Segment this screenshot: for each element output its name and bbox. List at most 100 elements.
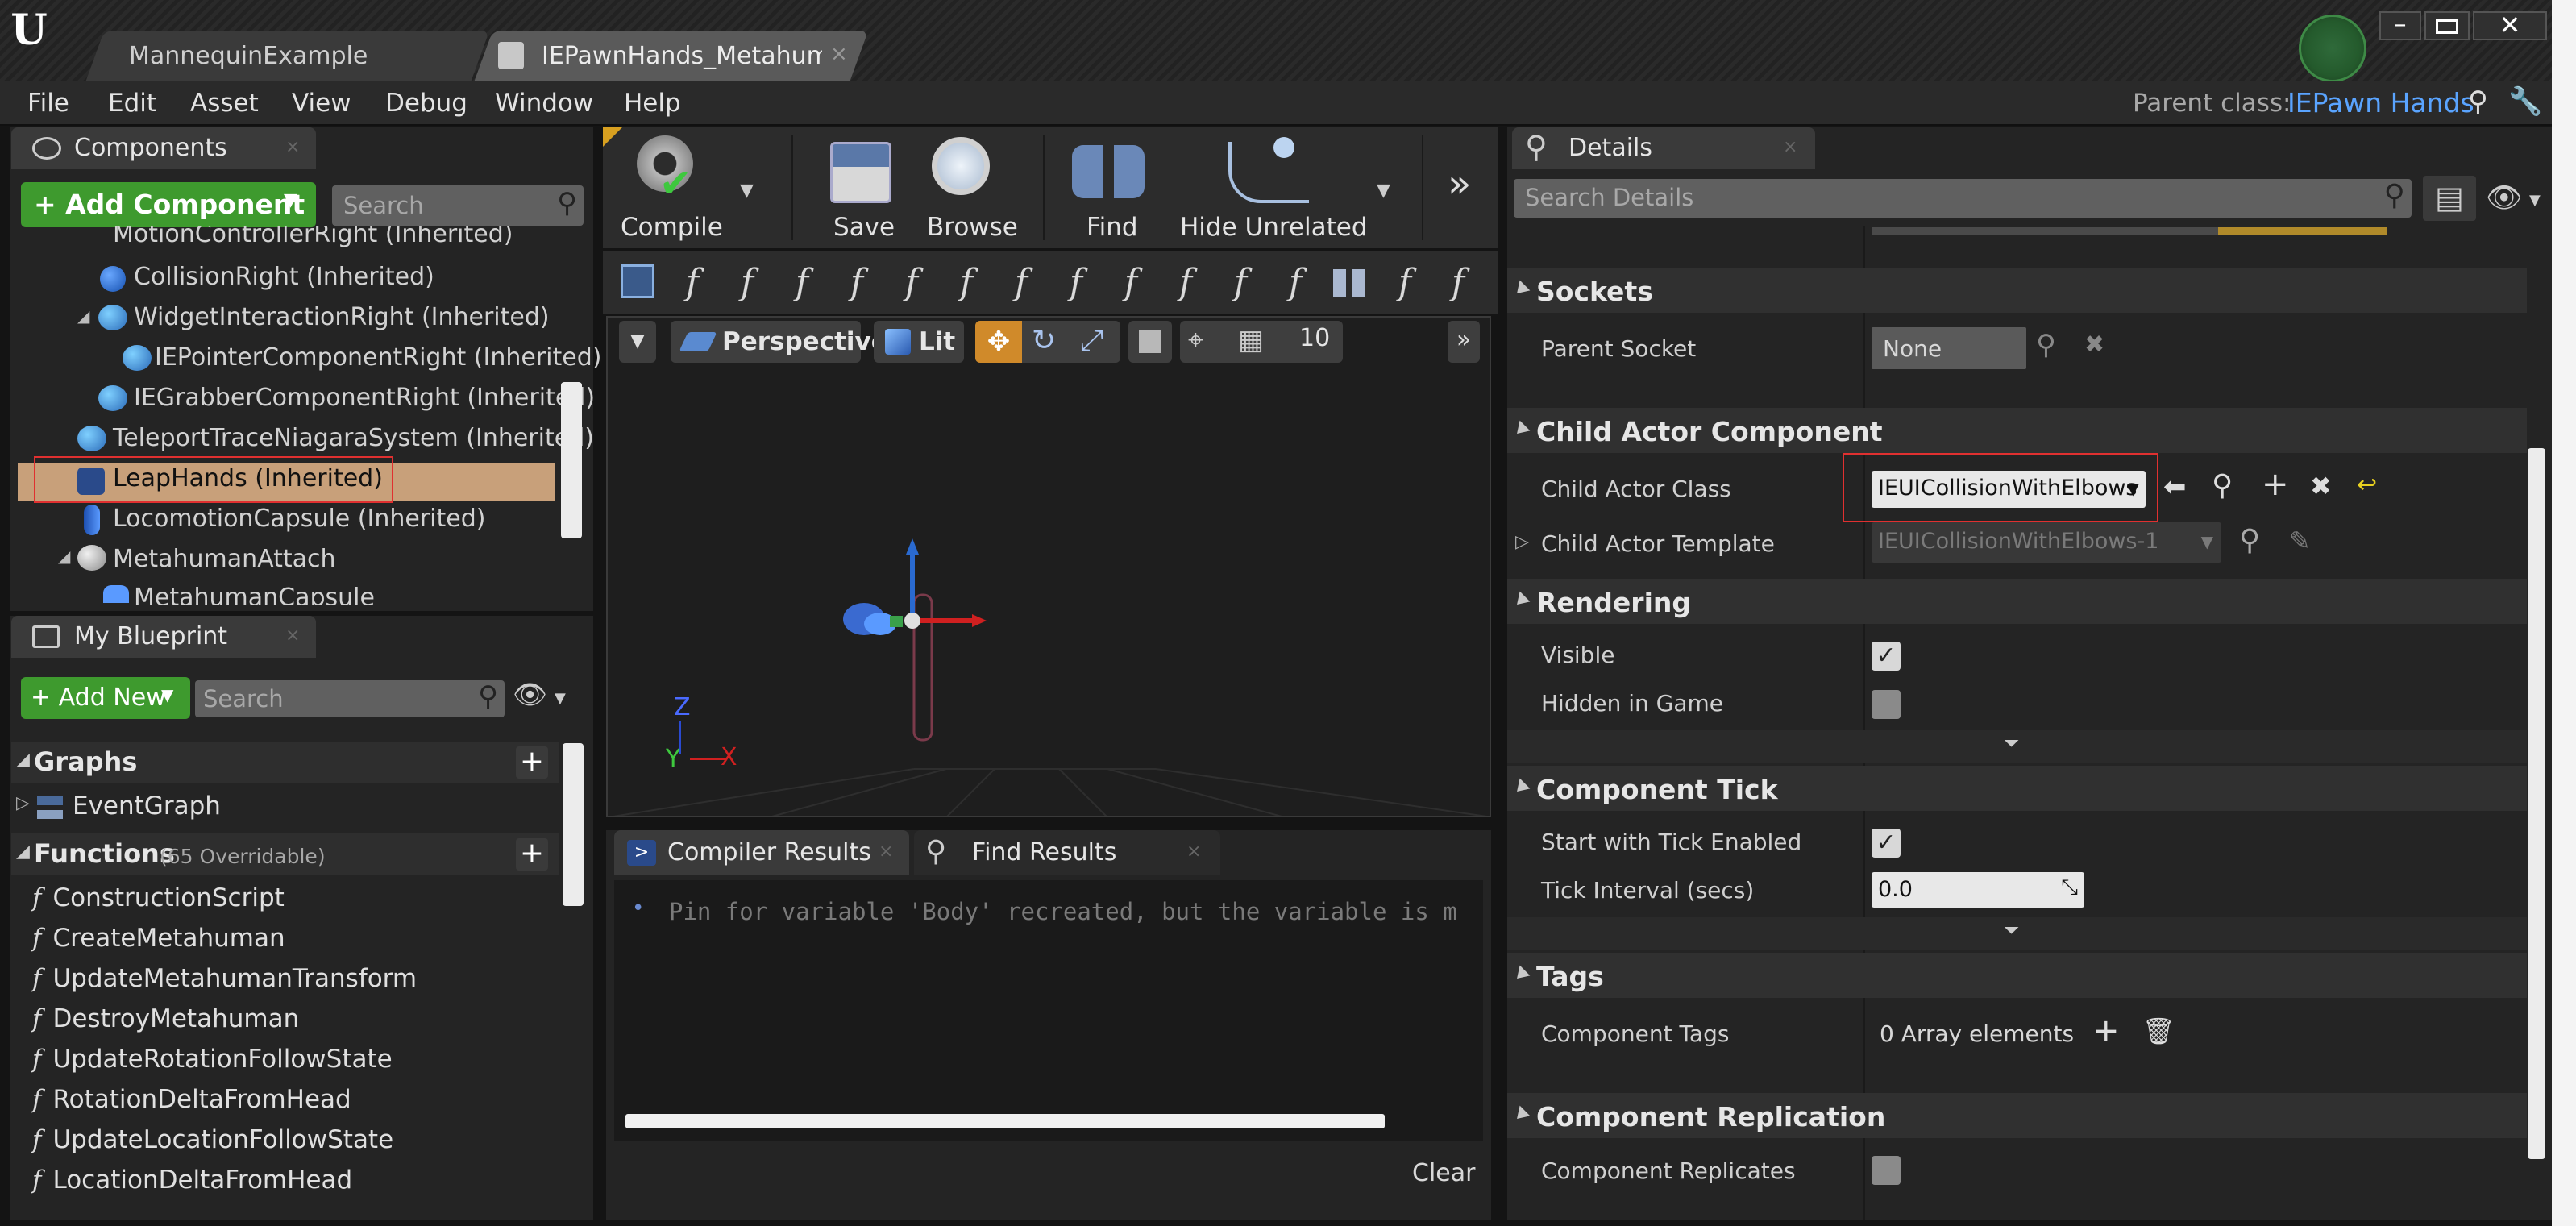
toolbar-overflow-icon[interactable]: » xyxy=(1448,161,1471,206)
minimize-button[interactable]: – xyxy=(2379,11,2421,40)
menu-view[interactable]: View xyxy=(292,89,351,118)
grid-snap-icon[interactable]: ▦ xyxy=(1238,324,1264,356)
function-item[interactable]: f CreateMetahuman xyxy=(32,924,285,953)
collapse-arrow-icon[interactable]: ◢ xyxy=(16,750,30,770)
function-icon[interactable]: f xyxy=(1269,256,1322,310)
add-component-button[interactable]: + Add Component xyxy=(21,182,316,227)
blueprint-search-input[interactable]: Search ⚲ xyxy=(195,680,505,717)
function-item[interactable]: f UpdateRotationFollowState xyxy=(32,1045,393,1074)
collapse-arrow-icon[interactable] xyxy=(1511,591,1531,610)
child-actor-section[interactable]: Child Actor Component xyxy=(1507,408,2527,453)
details-tab[interactable] xyxy=(1512,127,1815,169)
maximize-button[interactable] xyxy=(2424,11,2470,40)
panel-close-icon[interactable]: × xyxy=(1186,842,1201,862)
function-item[interactable]: f RotationDeltaFromHead xyxy=(32,1085,351,1114)
clear-socket-icon[interactable]: ✖ xyxy=(2084,330,2104,359)
expand-arrow-icon[interactable]: ◢ xyxy=(77,306,89,326)
function-icon[interactable]: f xyxy=(830,256,883,310)
visibility-eye-icon[interactable]: 👁 xyxy=(513,679,547,711)
advanced-expand-icon[interactable]: ⏷ xyxy=(2004,732,2019,754)
tree-item-widget-interaction[interactable]: WidgetInteractionRight (Inherited) xyxy=(134,303,550,331)
browse-template-icon[interactable]: ⚲ xyxy=(2239,524,2260,557)
menu-debug[interactable]: Debug xyxy=(385,89,467,118)
child-actor-class-dropdown[interactable]: IEUICollisionWithElbows ▼ xyxy=(1872,471,2146,508)
function-icon[interactable]: f xyxy=(885,256,938,310)
tree-item-motion-controller[interactable]: MotionControllerRight (Inherited) xyxy=(113,226,513,248)
collapse-arrow-icon[interactable] xyxy=(1511,1105,1531,1124)
hide-unrelated-button[interactable]: Hide Unrelated xyxy=(1180,213,1368,242)
viewport-options-button[interactable]: ▼ xyxy=(619,321,656,363)
viewport-tab-icon[interactable] xyxy=(621,264,654,298)
world-local-icon[interactable]: ⌖ xyxy=(1188,324,1203,356)
component-replicates-checkbox[interactable] xyxy=(1872,1156,1901,1185)
function-item[interactable]: f DestroyMetahuman xyxy=(32,1004,299,1033)
browse-socket-icon[interactable]: ⚲ xyxy=(2036,329,2056,361)
function-item[interactable]: f LocationDeltaFromHead xyxy=(32,1166,352,1195)
wrench-icon[interactable]: 🔧 xyxy=(2508,85,2542,118)
function-icon[interactable]: f xyxy=(1214,256,1267,310)
visibility-eye-icon[interactable]: 👁 xyxy=(2486,181,2523,214)
log-horizontal-scrollbar[interactable] xyxy=(625,1114,1385,1128)
function-item[interactable]: f UpdateLocationFollowState xyxy=(32,1125,393,1154)
menu-edit[interactable]: Edit xyxy=(108,89,156,118)
hidden-in-game-checkbox[interactable] xyxy=(1872,690,1901,719)
search-parent-icon[interactable]: ⚲ xyxy=(2468,85,2488,118)
find-button[interactable]: Find xyxy=(1086,213,1138,242)
close-window-button[interactable]: ✕ xyxy=(2473,11,2547,40)
function-icon[interactable]: f xyxy=(1378,256,1431,310)
menu-window[interactable]: Window xyxy=(495,89,593,118)
function-icon[interactable]: f xyxy=(940,256,993,310)
sockets-section[interactable]: Sockets xyxy=(1507,268,2527,313)
add-function-button[interactable]: + xyxy=(516,838,548,871)
expand-arrow-icon[interactable]: ▷ xyxy=(1515,532,1529,552)
property-matrix-button[interactable]: ▤ xyxy=(2423,176,2476,221)
tags-section[interactable]: Tags xyxy=(1507,953,2527,998)
save-button[interactable]: Save xyxy=(833,213,895,242)
macro-icon[interactable] xyxy=(1333,269,1365,297)
dropdown-arrow-icon[interactable]: ▼ xyxy=(555,690,566,707)
eyedropper-icon[interactable]: ✎ xyxy=(2289,526,2311,556)
child-actor-template-dropdown[interactable]: IEUICollisionWithElbows-1 ▼ xyxy=(1872,522,2221,563)
tree-item-metahuman-attach[interactable]: MetahumanAttach xyxy=(113,545,336,573)
panel-close-icon[interactable]: × xyxy=(285,625,300,646)
collapse-arrow-icon[interactable] xyxy=(1511,420,1531,439)
function-icon[interactable]: f xyxy=(1159,256,1212,310)
function-icon[interactable]: f xyxy=(666,256,719,310)
add-element-icon[interactable]: + xyxy=(2092,1012,2120,1049)
function-item[interactable]: f UpdateMetahumanTransform xyxy=(32,964,417,993)
function-icon[interactable]: f xyxy=(1049,256,1103,310)
compile-button[interactable]: Compile xyxy=(621,213,723,242)
component-tick-section[interactable]: Component Tick xyxy=(1507,766,2527,811)
visible-checkbox[interactable]: ✓ xyxy=(1872,642,1901,671)
tree-item-metahuman-capsule[interactable]: MetahumanCapsule xyxy=(134,584,375,605)
add-graph-button[interactable]: + xyxy=(516,746,548,779)
dropdown-arrow-icon[interactable]: ▼ xyxy=(2529,192,2541,209)
collapse-arrow-icon[interactable] xyxy=(1511,280,1531,299)
tree-item-teleport-trace[interactable]: TeleportTraceNiagaraSystem (Inherited) xyxy=(113,424,594,452)
rotate-tool-icon[interactable]: ↻ xyxy=(1032,324,1056,357)
function-icon[interactable]: f xyxy=(721,256,774,310)
hide-unrelated-options-arrow-icon[interactable]: ▼ xyxy=(1377,181,1390,201)
tree-item-locomotion-capsule[interactable]: LocomotionCapsule (Inherited) xyxy=(113,505,485,533)
collapse-arrow-icon[interactable] xyxy=(1511,965,1531,984)
source-control-icon[interactable] xyxy=(2299,15,2366,82)
panel-close-icon[interactable]: × xyxy=(285,137,300,157)
tree-item-pointer-component[interactable]: IEPointerComponentRight (Inherited) xyxy=(155,343,601,372)
function-icon[interactable]: f xyxy=(1431,256,1485,310)
components-scrollbar[interactable] xyxy=(561,382,582,538)
reset-to-default-icon[interactable]: ↩ xyxy=(2357,471,2377,499)
panel-close-icon[interactable]: × xyxy=(1783,137,1797,157)
start-with-tick-checkbox[interactable]: ✓ xyxy=(1872,829,1901,858)
details-scrollbar[interactable] xyxy=(2528,448,2545,1159)
details-search-input[interactable]: Search Details ⚲ xyxy=(1514,179,2412,218)
tick-interval-input[interactable]: 0.0 ⤡ xyxy=(1872,872,2084,908)
browse-class-icon[interactable]: ⚲ xyxy=(2212,469,2233,502)
menu-file[interactable]: File xyxy=(27,89,69,118)
collapse-arrow-icon[interactable] xyxy=(1511,778,1531,797)
parent-socket-field[interactable]: None xyxy=(1872,327,2026,369)
advanced-expand-icon[interactable]: ⏷ xyxy=(2004,919,2019,941)
translate-tool-button[interactable]: ✥ xyxy=(975,321,1022,363)
function-item[interactable]: f ConstructionScript xyxy=(32,883,285,912)
collapse-arrow-icon[interactable]: ◢ xyxy=(16,842,30,862)
add-class-icon[interactable]: + xyxy=(2262,466,2289,503)
